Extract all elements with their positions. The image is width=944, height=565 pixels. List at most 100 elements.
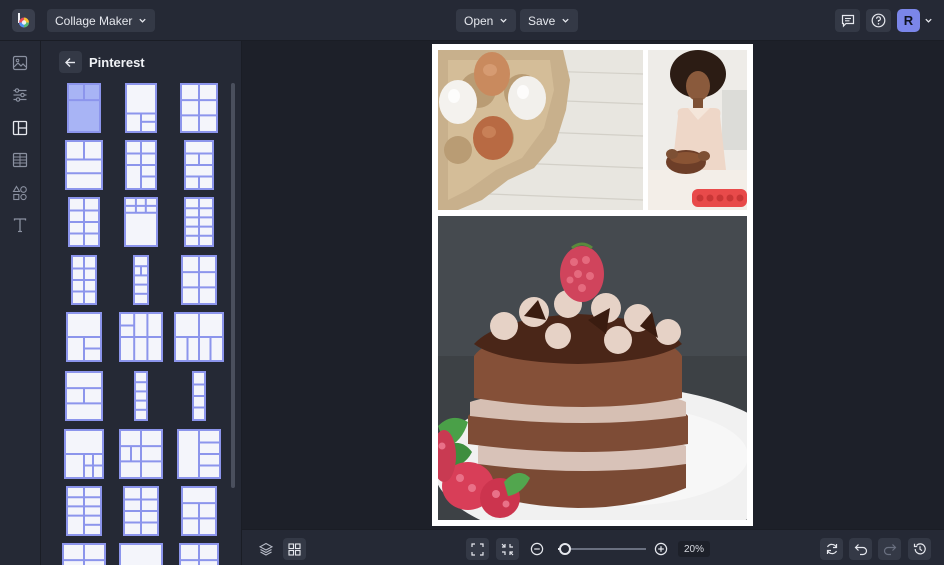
zoom-value[interactable]: 20% [678, 541, 710, 557]
collage-maker-app: Collage Maker Open Save R Pinterest 20% [0, 0, 944, 565]
redo-button[interactable] [878, 538, 901, 560]
layout-thumbnail[interactable] [66, 486, 102, 536]
layout-thumbnail[interactable] [180, 83, 218, 133]
layout-thumbnail[interactable] [124, 197, 158, 247]
rail-item-adjust[interactable] [11, 86, 29, 104]
layout-thumbnail[interactable] [66, 312, 102, 362]
layout-thumbnail-lines [179, 431, 219, 477]
save-label: Save [528, 13, 556, 28]
layout-thumbnail[interactable] [184, 140, 214, 190]
layout-thumbnail[interactable] [125, 140, 157, 190]
zoom-slider-track[interactable] [558, 548, 646, 550]
child-baking-image [648, 50, 747, 210]
tool-rail [0, 41, 41, 565]
app-menu-dropdown[interactable]: Collage Maker [47, 9, 156, 32]
layout-thumbnail[interactable] [62, 543, 106, 565]
layers-icon [258, 542, 273, 556]
rail-item-shapes[interactable] [11, 184, 29, 202]
help-icon [871, 13, 886, 28]
layout-thumbnail-lines [183, 257, 215, 303]
layout-thumbnail[interactable] [119, 543, 163, 565]
comment-button[interactable] [835, 9, 860, 32]
logo-icon[interactable] [12, 9, 35, 32]
layout-thumbnail[interactable] [125, 83, 157, 133]
layout-thumbnail-lines [135, 257, 147, 303]
zoom-out-button[interactable] [525, 538, 548, 560]
layout-thumbnail[interactable] [181, 255, 217, 305]
chevron-down-icon [139, 18, 147, 23]
open-dropdown[interactable]: Open [456, 9, 517, 32]
layout-thumbnail[interactable] [177, 429, 221, 479]
rail-item-layout[interactable] [11, 119, 29, 137]
bottom-toolbar: 20% [242, 529, 944, 565]
layout-thumbnail[interactable] [64, 429, 104, 479]
arrow-left-icon [65, 57, 75, 67]
layout-thumbnail[interactable] [181, 486, 217, 536]
chevron-down-icon[interactable] [924, 16, 933, 25]
save-dropdown[interactable]: Save [520, 9, 579, 32]
shrink-button[interactable] [496, 538, 519, 560]
layout-thumbnail-lines [66, 431, 102, 477]
layout-thumbnail-lines [121, 314, 161, 360]
layout-thumbnail[interactable] [179, 543, 219, 565]
layout-thumbnail-lines [67, 142, 101, 188]
photo-child-baking[interactable] [648, 50, 747, 210]
rail-item-texture[interactable] [11, 151, 29, 169]
layers-button[interactable] [254, 538, 277, 560]
fit-screen-icon [471, 542, 484, 556]
layout-thumbnail[interactable] [184, 197, 214, 247]
layout-thumbnail[interactable] [192, 371, 206, 421]
layout-thumbnail-lines [73, 257, 95, 303]
layout-thumbnail-lines [127, 142, 155, 188]
grid-icon [288, 542, 301, 556]
zoom-slider-knob[interactable] [559, 543, 572, 555]
layout-thumbnail-lines [121, 431, 161, 477]
layout-thumbnail-lines [194, 373, 204, 419]
chevron-down-icon [562, 18, 570, 23]
undo-button[interactable] [849, 538, 872, 560]
layout-thumbnail-lines [181, 545, 217, 565]
undo-icon [854, 544, 867, 556]
layout-thumbnail-lines [176, 314, 222, 360]
layout-thumbnail-lines [186, 199, 212, 245]
layout-thumbnail[interactable] [119, 312, 163, 362]
layout-thumbnail[interactable] [68, 197, 100, 247]
fit-screen-button[interactable] [466, 538, 489, 560]
shrink-icon [501, 543, 514, 555]
layout-thumbnail[interactable] [133, 255, 149, 305]
layout-thumbnail-lines [67, 373, 101, 419]
layout-thumbnail[interactable] [123, 486, 159, 536]
canvas-area [242, 41, 944, 529]
photo-eggs[interactable] [438, 50, 643, 210]
back-button[interactable] [59, 51, 82, 73]
app-menu-label: Collage Maker [55, 13, 133, 28]
zoom-in-icon [654, 542, 667, 556]
layout-thumbnail[interactable] [67, 83, 101, 133]
layout-thumbnail[interactable] [65, 371, 103, 421]
help-button[interactable] [866, 9, 891, 32]
layout-thumbnail[interactable] [134, 371, 148, 421]
image-icon [12, 55, 28, 71]
layout-thumbnail-lines [136, 373, 146, 419]
layout-thumbnail[interactable] [71, 255, 97, 305]
photo-cake[interactable] [438, 216, 747, 520]
layout-panel: Pinterest [41, 41, 242, 565]
open-label: Open [464, 13, 494, 28]
layout-thumbnail[interactable] [119, 429, 163, 479]
rail-item-image[interactable] [11, 54, 29, 72]
panel-scrollbar[interactable] [231, 83, 235, 488]
layout-thumbnail[interactable] [65, 140, 103, 190]
grid-button[interactable] [283, 538, 306, 560]
shapes-icon [12, 185, 27, 201]
zoom-in-button[interactable] [649, 538, 672, 560]
layout-thumbnail-lines [186, 142, 212, 188]
eggs-image [438, 50, 643, 210]
layout-thumbnail[interactable] [174, 312, 224, 362]
refresh-icon [826, 543, 837, 555]
layout-thumbnail-lines [64, 545, 104, 565]
refresh-button[interactable] [820, 538, 843, 560]
layout-thumbnail-lines [125, 488, 157, 534]
rail-item-text[interactable] [11, 216, 29, 234]
avatar[interactable]: R [897, 9, 920, 32]
history-button[interactable] [908, 538, 931, 560]
